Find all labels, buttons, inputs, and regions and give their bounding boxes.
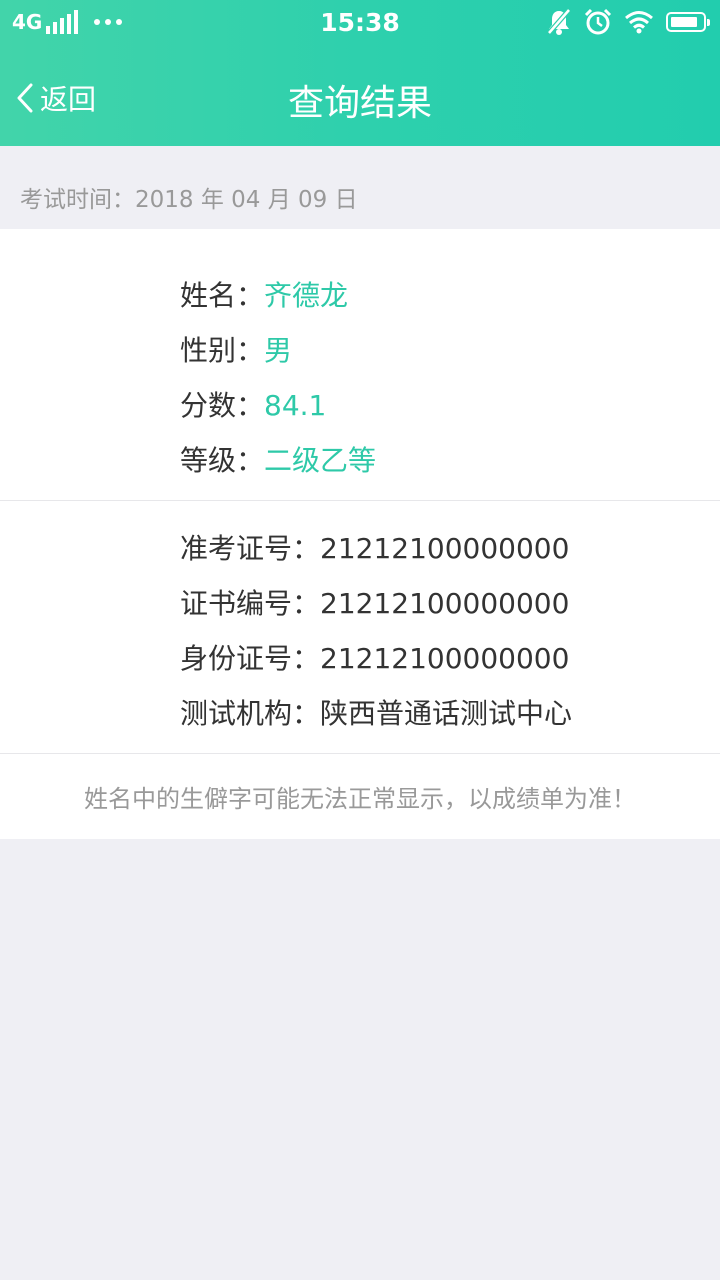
exam-date: 考试时间：2018 年 04 月 09 日 [20,180,358,214]
battery-cap [707,19,710,26]
name-value: 齐德龙 [264,279,349,312]
idcard-row: 身份证号：21212100000000 [180,637,569,677]
level-value: 二级乙等 [264,444,377,477]
id-section: 准考证号：21212100000000 证书编号：21212100000000 … [0,501,720,754]
level-row: 等级：二级乙等 [180,439,376,479]
exam-date-value: 2018 年 04 月 09 日 [135,187,358,213]
certificate-label: 证书编号： [180,587,321,620]
agency-value: 陕西普通话测试中心 [320,697,573,730]
score-value: 84.1 [264,389,327,422]
certificate-value: 21212100000000 [320,587,570,620]
exam-date-label: 考试时间： [20,187,135,213]
idcard-label: 身份证号： [180,642,321,675]
result-section: 姓名：齐德龙 性别：男 分数：84.1 等级：二级乙等 [0,229,720,501]
wifi-icon [625,11,653,34]
admission-label: 准考证号： [180,532,321,565]
result-card: 姓名：齐德龙 性别：男 分数：84.1 等级：二级乙等 准考证号：2121210… [0,229,720,839]
notice-text: 姓名中的生僻字可能无法正常显示，以成绩单为准！ [84,785,636,813]
name-label: 姓名： [180,279,265,312]
name-row: 姓名：齐德龙 [180,274,348,314]
page-title: 查询结果 [287,83,432,124]
app-header: 4G 15:38 返回 查询结果 [0,0,720,146]
alarm-icon [584,8,612,35]
agency-label: 测试机构： [180,697,321,730]
status-bar: 4G 15:38 [0,0,720,48]
certificate-row: 证书编号：21212100000000 [180,582,569,622]
score-label: 分数： [180,389,265,422]
gender-value: 男 [264,334,293,367]
gender-row: 性别：男 [180,329,292,369]
agency-row: 测试机构：陕西普通话测试中心 [180,692,572,732]
idcard-value: 21212100000000 [320,642,570,675]
battery-fill [671,17,697,27]
admission-value: 21212100000000 [320,532,570,565]
score-row: 分数：84.1 [180,384,326,424]
level-label: 等级： [180,444,265,477]
battery-icon [666,12,710,32]
admission-row: 准考证号：21212100000000 [180,527,569,567]
status-right [546,8,710,36]
nav-bar: 返回 查询结果 [0,48,720,146]
gender-label: 性别： [180,334,265,367]
mute-bell-icon [547,8,571,35]
